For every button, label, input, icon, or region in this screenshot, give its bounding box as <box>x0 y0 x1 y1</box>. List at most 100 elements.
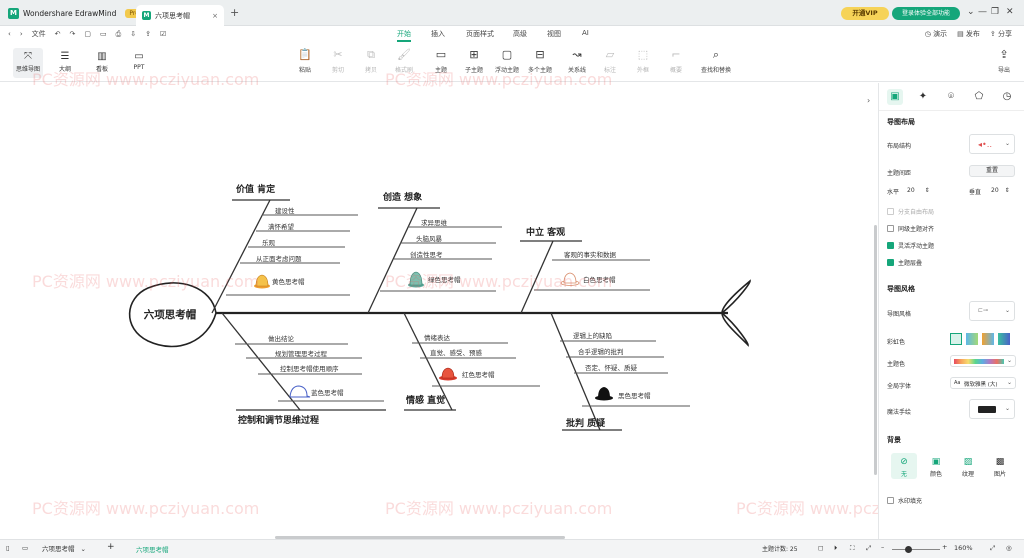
tab-start[interactable]: 开始 <box>397 29 411 42</box>
hat-label[interactable]: 黑色思考帽 <box>618 391 651 400</box>
undo-icon[interactable]: ↶ <box>55 30 61 38</box>
document-tab[interactable]: M 六项思考帽 × <box>136 5 224 26</box>
find-replace-button[interactable]: ⌕ 查找和替换 <box>696 48 736 74</box>
topic-create-imagine[interactable]: 创造 想象 <box>382 191 422 203</box>
clipart-tab-icon[interactable]: ⬠ <box>971 89 987 105</box>
maximize-button[interactable]: ❐ <box>991 7 999 17</box>
global-font-select[interactable]: Aa 微软雅黑 (大) ⌄ <box>950 377 1016 389</box>
topic-critique-doubt[interactable]: 批判 质疑 <box>566 417 606 429</box>
bg-color-button[interactable]: ▣ 颜色 <box>923 453 949 479</box>
redo-icon[interactable]: ↷ <box>70 30 76 38</box>
new-tab-button[interactable]: + <box>230 6 239 19</box>
topic-overlap-checkbox[interactable]: 主题层叠 <box>887 258 922 267</box>
subtopic[interactable]: 做出结论 <box>268 334 295 343</box>
close-window-button[interactable]: ✕ <box>1006 7 1014 17</box>
rainbow-option-1[interactable] <box>950 333 962 345</box>
flexible-floating-checkbox[interactable]: 灵活浮动主题 <box>887 241 934 250</box>
free-layout-checkbox[interactable]: 分支自由布局 <box>887 207 934 216</box>
hat-label[interactable]: 黄色思考帽 <box>272 277 305 286</box>
subtopic[interactable]: 创造性思考 <box>410 250 443 259</box>
map-style-select[interactable]: ⊏⊸ ⌄ <box>969 301 1015 321</box>
subtopic[interactable]: 求异思维 <box>421 218 448 227</box>
copy-button[interactable]: ⧉ 拷贝 <box>354 48 388 74</box>
subtopic[interactable]: 否定、怀疑、质疑 <box>585 363 638 372</box>
minimize-button[interactable]: — <box>978 7 987 17</box>
hat-label[interactable]: 蓝色思考帽 <box>311 388 344 397</box>
layout-structure-select[interactable]: ◂•‥ ⌄ <box>969 134 1015 154</box>
zoom-slider-thumb[interactable] <box>905 546 912 553</box>
subtopic[interactable]: 满怀希望 <box>268 222 295 231</box>
fit-icon[interactable]: ◻ <box>818 544 823 552</box>
topic-value-affirm[interactable]: 价值 肯定 <box>236 183 276 195</box>
hat-label[interactable]: 红色思考帽 <box>462 370 495 379</box>
collapse-panel-icon[interactable]: › <box>867 96 876 105</box>
share-small-icon[interactable]: ⇪ <box>145 30 151 38</box>
cut-button[interactable]: ✂ 剪切 <box>321 48 355 74</box>
summary-button[interactable]: ⌐ 概要 <box>659 48 693 74</box>
tab-page-style[interactable]: 页面样式 <box>466 29 494 39</box>
stepper-icon[interactable]: ⇕ <box>925 187 930 194</box>
subtopic[interactable]: 逻辑上的缺陷 <box>573 331 612 340</box>
vip-button[interactable]: 开通VIP <box>841 7 889 20</box>
subtopic[interactable]: 从正面考虑问题 <box>256 254 302 263</box>
subtopic[interactable]: 客观的事实和数据 <box>564 250 617 259</box>
watermark-fill-checkbox[interactable]: 水印填充 <box>887 496 922 505</box>
add-page-button[interactable]: + <box>107 542 115 552</box>
open-icon[interactable]: ▭ <box>100 30 107 38</box>
new-icon[interactable]: ▢ <box>84 30 91 38</box>
forward-icon[interactable]: › <box>20 30 23 38</box>
present-button[interactable]: ◷ 演示 <box>925 29 947 39</box>
close-tab-icon[interactable]: × <box>212 12 218 20</box>
bg-texture-button[interactable]: ▨ 纹理 <box>955 453 981 479</box>
vertical-scrollbar[interactable] <box>874 225 877 475</box>
mindmap-canvas[interactable]: 六项思考帽 价值 肯定 建设性 满怀希望 乐观 从正面考虑问题 黄色思考帽 创造… <box>0 70 963 539</box>
publish-button[interactable]: ▤ 发布 <box>957 29 980 39</box>
reset-button[interactable]: 重置 <box>969 165 1015 177</box>
zoom-level[interactable]: 160% <box>954 544 973 552</box>
expand-icon[interactable]: ⤢ <box>990 544 995 553</box>
subtopic[interactable]: 合乎逻辑的批判 <box>578 347 624 356</box>
mark-tab-icon[interactable]: ⌾ <box>943 89 959 105</box>
rainbow-option-3[interactable] <box>982 333 994 345</box>
subtopic[interactable]: 控制思考帽使用顺序 <box>280 364 339 373</box>
export-small-icon[interactable]: ⇩ <box>130 30 136 38</box>
tab-insert[interactable]: 插入 <box>431 29 445 39</box>
page-tab[interactable]: 六项思考帽 <box>136 544 169 554</box>
topic-control-process[interactable]: 控制和调节思维过程 <box>238 414 319 426</box>
zoom-in-icon[interactable]: + <box>942 543 947 551</box>
dropdown-icon[interactable]: ⌄ <box>967 7 975 17</box>
subtopic[interactable]: 情绪表达 <box>424 333 451 342</box>
page-select[interactable]: 六项思考帽 ⌄ <box>42 543 92 555</box>
tab-ai[interactable]: AI <box>582 29 589 37</box>
share-button[interactable]: ⇪ 分享 <box>990 29 1012 39</box>
zoom-out-icon[interactable]: – <box>881 543 884 551</box>
bg-none-button[interactable]: ⊘ 无 <box>891 453 917 479</box>
subtopic[interactable]: 建设性 <box>275 206 295 215</box>
central-topic[interactable]: 六项思考帽 <box>144 308 197 321</box>
subtopic[interactable]: 头脑风暴 <box>416 234 443 243</box>
stepper-icon[interactable]: ⇕ <box>1005 187 1010 194</box>
panel-toggle-icon[interactable]: ▭ <box>22 544 28 552</box>
layout-tab-icon[interactable]: ▣ <box>887 89 903 105</box>
menu-file[interactable]: 文件 <box>32 29 46 39</box>
topic-neutral-objective[interactable]: 中立 客观 <box>526 226 565 238</box>
play-icon[interactable]: ⏵ <box>834 544 837 553</box>
style-tab-icon[interactable]: ✦ <box>915 89 931 105</box>
align-siblings-checkbox[interactable]: 同级主题对齐 <box>887 224 934 233</box>
fit-window-icon[interactable]: ⤢ <box>866 544 871 553</box>
zoom-slider-track[interactable] <box>892 549 940 550</box>
hand-drawn-select[interactable]: ⌄ <box>969 399 1015 419</box>
subtopic[interactable]: 乐观 <box>262 238 276 247</box>
theme-color-select[interactable]: ⌄ <box>950 355 1016 367</box>
print-icon[interactable]: ⎙ <box>116 30 122 39</box>
paste-button[interactable]: 📋 粘贴 <box>288 48 322 74</box>
login-button[interactable]: 登录体验全部功能 <box>892 7 960 20</box>
fullscreen-icon[interactable]: ⛶ <box>850 544 855 553</box>
check-icon[interactable]: ☑ <box>160 30 166 38</box>
topic-emotion-intuition[interactable]: 情感 直觉 <box>405 394 445 406</box>
export-button[interactable]: ⇪ 导出 <box>987 48 1021 74</box>
back-icon[interactable]: ‹ <box>8 30 11 38</box>
sidebar-toggle-icon[interactable]: ▯ <box>6 544 10 552</box>
rainbow-option-4[interactable] <box>998 333 1010 345</box>
rainbow-option-2[interactable] <box>966 333 978 345</box>
